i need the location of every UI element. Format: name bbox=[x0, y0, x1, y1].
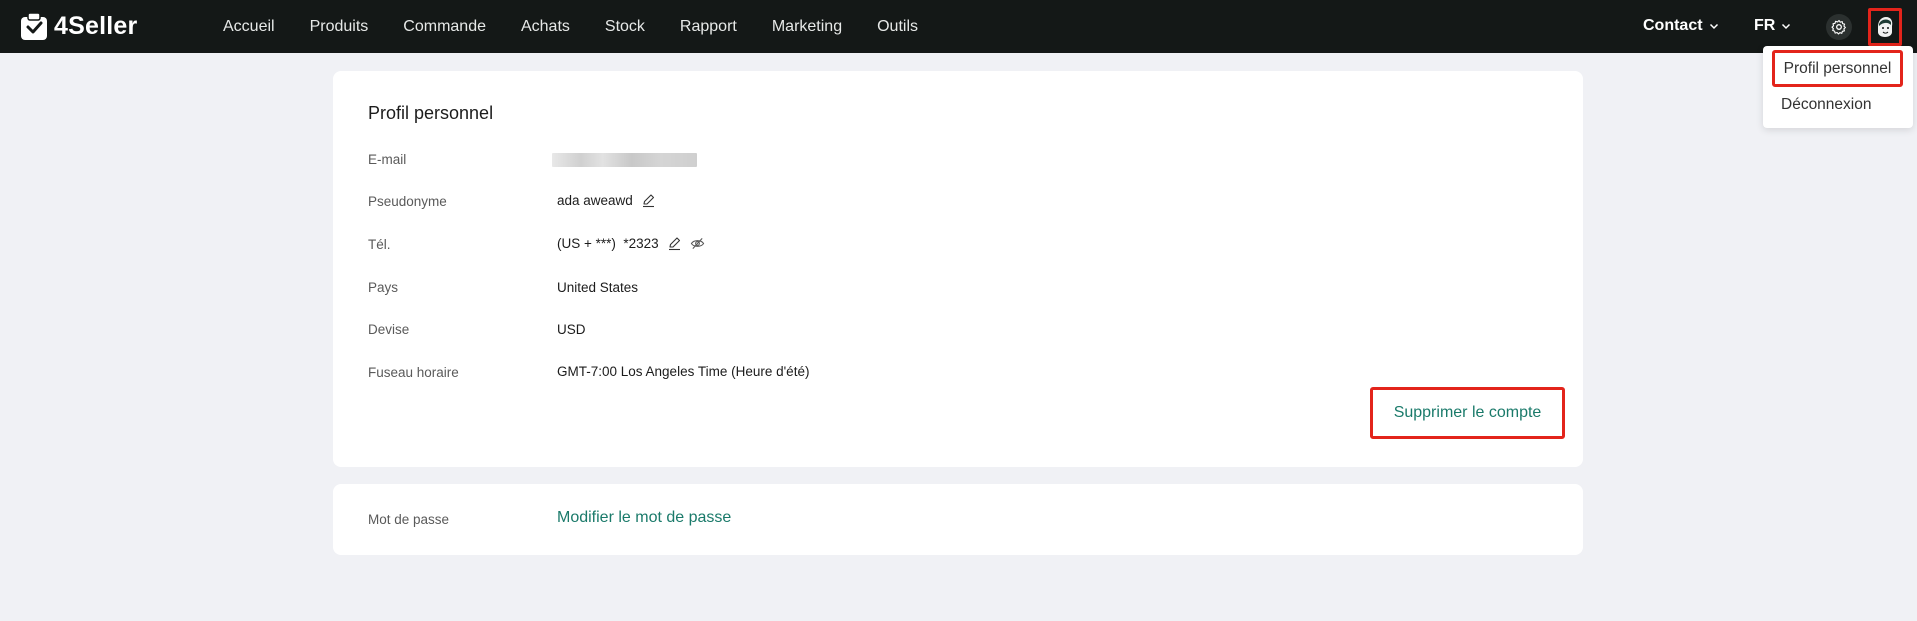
profile-card: Profil personnel E-mail Pseudonyme ada a… bbox=[333, 71, 1583, 467]
avatar-icon bbox=[1878, 17, 1893, 37]
edit-pencil-icon[interactable] bbox=[641, 193, 656, 208]
password-card: Mot de passe Modifier le mot de passe bbox=[333, 484, 1583, 555]
page-title: Profil personnel bbox=[368, 103, 494, 123]
nav-item-rapport[interactable]: Rapport bbox=[680, 18, 737, 36]
profile-menu-item[interactable]: Profil personnel bbox=[1772, 50, 1903, 87]
contact-menu[interactable]: Contact bbox=[1643, 17, 1719, 35]
logout-menu-item[interactable]: Déconnexion bbox=[1781, 96, 1871, 114]
language-selector[interactable]: FR bbox=[1754, 17, 1791, 35]
phone-row: (US + ***) *2323 bbox=[557, 236, 705, 251]
chevron-down-icon bbox=[1709, 23, 1718, 30]
logo-bag-icon bbox=[21, 12, 47, 40]
nav-item-accueil[interactable]: Accueil bbox=[223, 18, 275, 36]
delete-account-button[interactable]: Supprimer le compte bbox=[1370, 387, 1565, 439]
language-label: FR bbox=[1754, 17, 1776, 34]
top-navigation-bar: 4Seller Accueil Produits Commande Achats… bbox=[0, 0, 1917, 53]
country-value: United States bbox=[557, 280, 639, 295]
user-avatar-button[interactable] bbox=[1868, 8, 1902, 46]
nickname-label: Pseudonyme bbox=[368, 194, 447, 209]
currency-value: USD bbox=[557, 322, 586, 337]
currency-label: Devise bbox=[368, 322, 410, 337]
edit-pencil-icon[interactable] bbox=[667, 236, 682, 251]
brand-name: 4Seller bbox=[54, 12, 138, 40]
settings-button[interactable] bbox=[1826, 14, 1852, 40]
country-label: Pays bbox=[368, 280, 399, 295]
contact-label: Contact bbox=[1643, 17, 1703, 34]
change-password-link[interactable]: Modifier le mot de passe bbox=[557, 509, 731, 527]
email-label: E-mail bbox=[368, 152, 407, 167]
main-nav: Accueil Produits Commande Achats Stock R… bbox=[223, 0, 953, 53]
nav-item-marketing[interactable]: Marketing bbox=[772, 18, 842, 36]
timezone-value: GMT-7:00 Los Angeles Time (Heure d'été) bbox=[557, 364, 810, 379]
nav-item-stock[interactable]: Stock bbox=[605, 18, 645, 36]
nav-item-commande[interactable]: Commande bbox=[403, 18, 486, 36]
phone-value: (US + ***) *2323 bbox=[557, 236, 659, 251]
password-label: Mot de passe bbox=[368, 512, 450, 527]
timezone-label: Fuseau horaire bbox=[368, 365, 459, 380]
phone-label: Tél. bbox=[368, 237, 391, 252]
email-value-redacted bbox=[552, 153, 697, 167]
chevron-down-icon bbox=[1782, 23, 1791, 30]
brand-logo[interactable]: 4Seller bbox=[20, 12, 137, 41]
nav-item-achats[interactable]: Achats bbox=[521, 18, 570, 36]
nickname-value: ada aweawd bbox=[557, 193, 633, 208]
eye-hidden-icon[interactable] bbox=[690, 236, 705, 251]
nav-item-produits[interactable]: Produits bbox=[310, 18, 369, 36]
nav-item-outils[interactable]: Outils bbox=[877, 18, 918, 36]
gear-icon bbox=[1831, 19, 1846, 35]
nickname-row: ada aweawd bbox=[557, 193, 656, 208]
